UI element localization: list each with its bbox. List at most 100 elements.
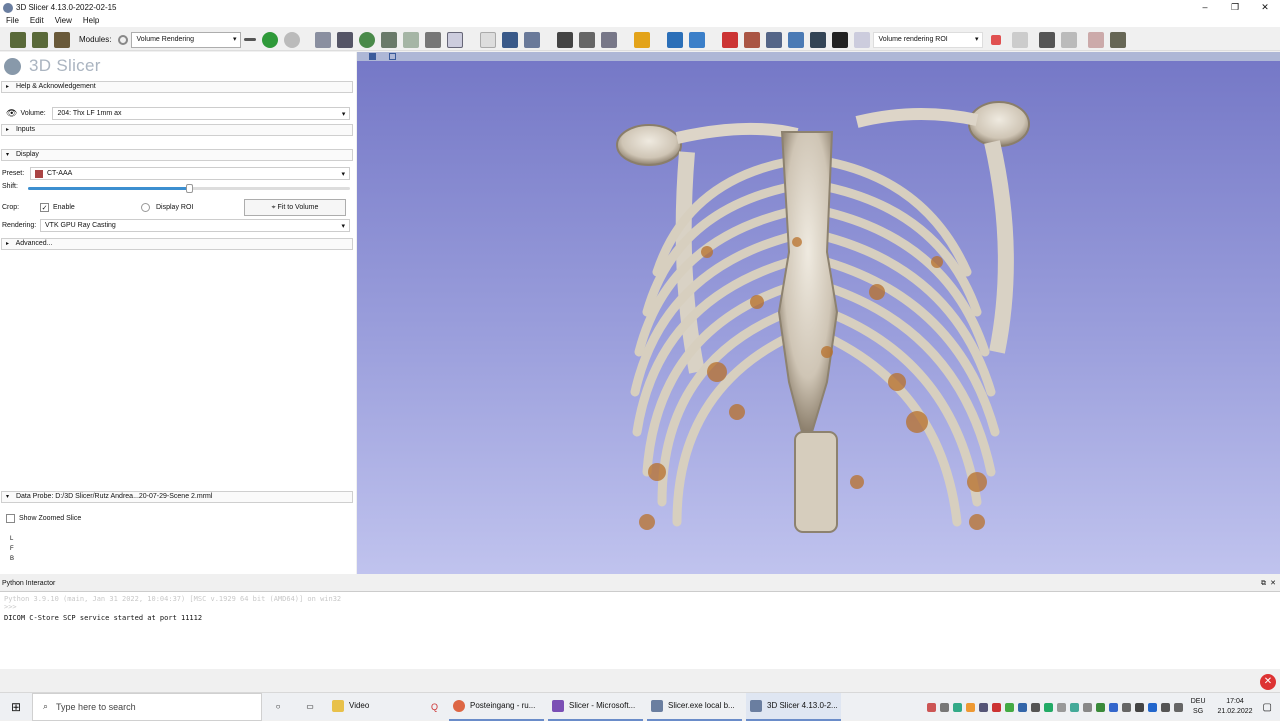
eye-icon[interactable]: 👁 <box>6 108 17 119</box>
tray-icon-8[interactable] <box>1017 702 1027 712</box>
display-roi-label[interactable]: Display ROI <box>156 204 244 211</box>
module-selector[interactable]: Volume Rendering ▾ <box>131 31 242 48</box>
restore-icon[interactable]: ❐ <box>1220 0 1250 15</box>
extension-icon[interactable] <box>601 31 618 48</box>
language-indicator[interactable]: DEU SG <box>1191 697 1206 717</box>
show-zoomed-row: Show Zoomed Slice <box>6 514 81 523</box>
menu-view[interactable]: View <box>49 15 77 27</box>
sync-icon[interactable] <box>1160 702 1170 712</box>
task-visual-studio[interactable]: Slicer - Microsoft... <box>548 693 643 721</box>
notification-icon[interactable]: ▢ <box>1263 702 1272 713</box>
forward-arrow-icon[interactable] <box>284 31 301 48</box>
options-icon[interactable] <box>1088 31 1105 48</box>
tray-icon-10[interactable] <box>1043 702 1053 712</box>
menu-help[interactable]: Help <box>77 15 104 27</box>
models-module-icon[interactable] <box>359 31 376 48</box>
place-icon[interactable] <box>1012 31 1029 48</box>
tray-icon-4[interactable] <box>965 702 975 712</box>
python-console-icon[interactable] <box>689 31 706 48</box>
help-section-header[interactable]: ▸ Help & Acknowledgement <box>1 81 353 93</box>
tray-icon-5[interactable] <box>978 702 988 712</box>
stop-icon[interactable] <box>991 34 1002 45</box>
scene-view-icon[interactable] <box>579 31 596 48</box>
markups-module-icon[interactable] <box>403 31 420 48</box>
load-data-icon[interactable] <box>10 31 26 48</box>
close-icon[interactable]: ✕ <box>1270 578 1276 590</box>
dicom-icon[interactable] <box>32 31 48 48</box>
minimize-icon[interactable]: – <box>1190 0 1220 15</box>
extension-manager-icon[interactable] <box>667 31 684 48</box>
volume-icon[interactable] <box>1134 702 1144 712</box>
curve-icon[interactable] <box>788 31 805 48</box>
edit-icon[interactable] <box>1110 31 1127 48</box>
fiducial-icon[interactable] <box>634 31 651 48</box>
chrome-icon <box>453 699 465 712</box>
advanced-section-header[interactable]: ▸ Advanced... <box>1 238 353 250</box>
network-icon[interactable] <box>1121 702 1131 712</box>
task-slicer-exe[interactable]: Slicer.exe local b... <box>647 693 742 721</box>
task-chrome[interactable]: Posteingang - ru... <box>449 693 544 721</box>
start-button[interactable]: ⊞ <box>0 693 32 721</box>
module-search-icon[interactable] <box>118 34 129 45</box>
tray-icon-15[interactable] <box>1108 702 1118 712</box>
more-icon[interactable] <box>1061 31 1078 48</box>
cortana-icon[interactable]: ○ <box>262 693 294 721</box>
tray-icon-2[interactable] <box>939 702 949 712</box>
tray-icon-9[interactable] <box>1030 702 1040 712</box>
show-zoomed-checkbox[interactable] <box>6 514 15 523</box>
close-icon[interactable]: ✕ <box>1250 0 1280 15</box>
tray-icon-12[interactable] <box>1069 702 1079 712</box>
tray-icon-1[interactable] <box>926 702 936 712</box>
tray-icon-11[interactable] <box>1056 702 1066 712</box>
bluetooth-icon[interactable] <box>1147 702 1157 712</box>
error-log-icon[interactable]: ✕ <box>1260 674 1276 690</box>
preset-selector[interactable]: CT-AAA ▾ <box>30 167 350 180</box>
display-roi-icon[interactable] <box>141 203 150 212</box>
roi-selector[interactable]: Volume rendering ROI ▾ <box>873 31 984 48</box>
tray-icon-3[interactable] <box>952 702 962 712</box>
data-probe-header[interactable]: ▾ Data Probe: D:/3D Slicer/Rutz Andrea..… <box>1 491 353 503</box>
menu-edit[interactable]: Edit <box>24 15 49 27</box>
battery-icon[interactable] <box>1173 702 1183 712</box>
inputs-section-header[interactable]: ▸ Inputs <box>1 124 353 136</box>
tray-icon-6[interactable] <box>991 702 1001 712</box>
window-level-icon[interactable] <box>502 31 519 48</box>
shift-slider[interactable] <box>28 184 350 193</box>
volume-selector[interactable]: 204: Thx LF 1mm ax ▾ <box>52 107 351 120</box>
delete-icon[interactable] <box>1039 31 1056 48</box>
pointer-icon[interactable] <box>480 31 497 48</box>
3d-view[interactable] <box>357 52 1280 574</box>
task-view-icon[interactable]: ▭ <box>294 693 326 721</box>
rendering-selector[interactable]: VTK GPU Ray Casting ▾ <box>40 219 350 232</box>
screenshot-icon[interactable] <box>557 31 574 48</box>
clock[interactable]: 17:04 21.02.2022 <box>1218 697 1253 717</box>
taskbar-search[interactable]: ⌕ Type here to search <box>32 692 262 721</box>
undock-icon[interactable]: ⧉ <box>1261 578 1266 590</box>
transforms-module-icon[interactable] <box>381 31 398 48</box>
editor-module-icon[interactable] <box>425 31 442 48</box>
fit-to-volume-button[interactable]: ⌖ Fit to Volume <box>244 199 346 216</box>
display-section-header[interactable]: ▾ Display <box>1 149 353 161</box>
tray-icon-14[interactable] <box>1095 702 1105 712</box>
tray-icon-13[interactable] <box>1082 702 1092 712</box>
enable-checkbox[interactable]: ✓ <box>40 203 49 212</box>
save-icon[interactable] <box>54 31 70 48</box>
app-icon-q[interactable]: Q <box>425 693 447 721</box>
back-arrow-icon[interactable] <box>262 31 279 48</box>
shift-slider-handle[interactable] <box>186 184 193 193</box>
angle-icon[interactable] <box>766 31 783 48</box>
task-3d-slicer[interactable]: 3D Slicer 4.13.0-2... <box>746 692 841 721</box>
module-history-icon[interactable] <box>244 38 257 41</box>
tray-icon-7[interactable] <box>1004 702 1014 712</box>
segment-editor-icon[interactable] <box>722 31 739 48</box>
crosshair-icon[interactable] <box>524 31 541 48</box>
task-video[interactable]: Video <box>328 693 423 721</box>
layout-icon[interactable] <box>447 31 464 48</box>
ruler-icon[interactable] <box>744 31 761 48</box>
python-console[interactable]: Python 3.9.10 (main, Jan 31 2022, 10:04:… <box>0 591 1280 669</box>
roi-icon[interactable] <box>832 31 849 48</box>
menu-file[interactable]: File <box>0 15 24 27</box>
volumes-module-icon[interactable] <box>337 31 354 48</box>
data-module-icon[interactable] <box>315 31 332 48</box>
closed-curve-icon[interactable] <box>810 31 827 48</box>
